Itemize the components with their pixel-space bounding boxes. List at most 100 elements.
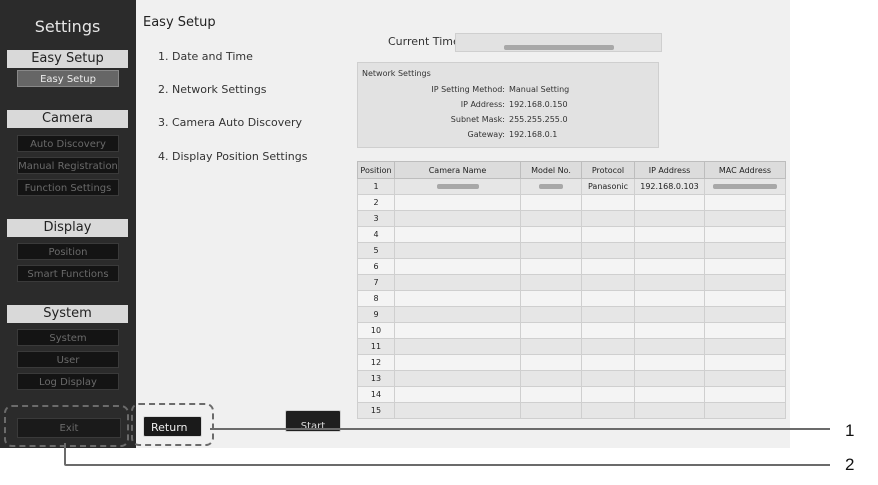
- current-time-value-redacted: [504, 45, 614, 50]
- cell-model-no: [520, 290, 582, 307]
- cell-camera-name: [394, 370, 521, 387]
- cell-camera-name: [394, 242, 521, 259]
- callout-2-leader: [64, 464, 830, 466]
- cell-protocol: [581, 338, 635, 355]
- cell-model-no: [520, 210, 582, 227]
- table-row[interactable]: 14: [357, 386, 786, 403]
- cell-ip-address: [634, 242, 705, 259]
- cell-mac-address: [704, 322, 786, 339]
- table-row[interactable]: 12: [357, 354, 786, 371]
- cell-model-no: [520, 370, 582, 387]
- table-row[interactable]: 4: [357, 226, 786, 243]
- cell-camera-name: [394, 290, 521, 307]
- sidebar-item-auto-discovery[interactable]: Auto Discovery: [17, 135, 119, 152]
- current-time-label: Current Time: [388, 35, 460, 48]
- callout-number-1: 1: [845, 421, 855, 440]
- table-row[interactable]: 11: [357, 338, 786, 355]
- gateway-value: 192.168.0.1: [509, 130, 558, 139]
- cell-position: 13: [357, 370, 395, 387]
- table-row[interactable]: 8: [357, 290, 786, 307]
- table-row[interactable]: 1 Panasonic 192.168.0.103: [357, 178, 786, 195]
- table-row[interactable]: 2: [357, 194, 786, 211]
- cell-ip-address: [634, 322, 705, 339]
- cell-model-no: [520, 338, 582, 355]
- sidebar-item-easy-setup[interactable]: Easy Setup: [17, 70, 119, 87]
- col-mac-address: MAC Address: [704, 161, 786, 179]
- cell-mac-address: [704, 258, 786, 275]
- current-time-field: [455, 33, 662, 52]
- cell-mac-address: [704, 386, 786, 403]
- cell-mac-address-redacted: [713, 184, 777, 189]
- cell-position: 1: [357, 178, 395, 195]
- sidebar-title: Settings: [34, 17, 101, 36]
- table-row[interactable]: 13: [357, 370, 786, 387]
- cell-protocol: [581, 258, 635, 275]
- step-date-time[interactable]: 1. Date and Time: [158, 50, 253, 63]
- cell-ip-address: [634, 194, 705, 211]
- step-display-position[interactable]: 4. Display Position Settings: [158, 150, 307, 163]
- cell-ip-address: [634, 354, 705, 371]
- cell-position: 6: [357, 258, 395, 275]
- cell-protocol: [581, 322, 635, 339]
- cell-ip-address: [634, 306, 705, 323]
- cell-position: 8: [357, 290, 395, 307]
- table-row[interactable]: 7: [357, 274, 786, 291]
- cell-model-no: [520, 386, 582, 403]
- table-row[interactable]: 3: [357, 210, 786, 227]
- ip-address-value: 192.168.0.150: [509, 100, 568, 109]
- cell-ip-address: [634, 226, 705, 243]
- cell-position: 10: [357, 322, 395, 339]
- ip-address-label: IP Address:: [460, 100, 505, 109]
- cell-model-no: [520, 354, 582, 371]
- cell-position: 7: [357, 274, 395, 291]
- callout-2-leader-vertical: [64, 443, 66, 464]
- cell-model-no: [520, 306, 582, 323]
- exit-callout-frame: [4, 405, 129, 447]
- cell-model-no-redacted: [539, 184, 563, 189]
- cell-ip-address: [634, 274, 705, 291]
- table-row[interactable]: 9: [357, 306, 786, 323]
- table-row[interactable]: 5: [357, 242, 786, 259]
- sidebar-item-smart-functions[interactable]: Smart Functions: [17, 265, 119, 282]
- cell-ip-address: [634, 402, 705, 419]
- sidebar-item-log-display[interactable]: Log Display: [17, 373, 119, 390]
- cell-position: 15: [357, 402, 395, 419]
- page-title: Easy Setup: [143, 15, 216, 30]
- monitor-screen: Settings Easy Setup Easy Setup Camera Au…: [0, 0, 790, 448]
- cell-mac-address: [704, 354, 786, 371]
- cell-ip-address: [634, 290, 705, 307]
- sidebar-item-function-settings[interactable]: Function Settings: [17, 179, 119, 196]
- table-row[interactable]: 10: [357, 322, 786, 339]
- step-network-settings[interactable]: 2. Network Settings: [158, 83, 267, 96]
- sidebar-item-system[interactable]: System: [17, 329, 119, 346]
- cell-mac-address: [704, 210, 786, 227]
- table-body: 1 Panasonic 192.168.0.103 2 3 4 5 6 7 8 9 10 11 12 13 1…: [357, 178, 786, 419]
- sidebar: Settings Easy Setup Easy Setup Camera Au…: [0, 0, 135, 448]
- cell-camera-name: [394, 226, 521, 243]
- cell-ip-address: [634, 386, 705, 403]
- cell-protocol: [581, 210, 635, 227]
- cell-mac-address: [704, 290, 786, 307]
- section-header-camera: Camera: [7, 110, 128, 128]
- subnet-mask-label: Subnet Mask:: [450, 115, 505, 124]
- table-row[interactable]: 6: [357, 258, 786, 275]
- step-camera-auto-discovery[interactable]: 3. Camera Auto Discovery: [158, 116, 302, 129]
- cell-ip-address: 192.168.0.103: [634, 178, 705, 195]
- section-header-easy-setup: Easy Setup: [7, 50, 128, 68]
- cell-mac-address: [704, 194, 786, 211]
- callout-number-2: 2: [845, 455, 855, 474]
- table-row[interactable]: 15: [357, 402, 786, 419]
- ip-setting-method-value: Manual Setting: [509, 85, 570, 94]
- sidebar-item-user[interactable]: User: [17, 351, 119, 368]
- cell-position: 11: [357, 338, 395, 355]
- cell-camera-name: [394, 194, 521, 211]
- cell-model-no: [520, 258, 582, 275]
- sidebar-item-position[interactable]: Position: [17, 243, 119, 260]
- cell-protocol: [581, 402, 635, 419]
- cell-camera-name: [394, 338, 521, 355]
- cell-protocol: [581, 274, 635, 291]
- sidebar-item-manual-registration[interactable]: Manual Registration: [17, 157, 119, 174]
- cell-model-no: [520, 322, 582, 339]
- cell-mac-address: [704, 370, 786, 387]
- cell-mac-address: [704, 402, 786, 419]
